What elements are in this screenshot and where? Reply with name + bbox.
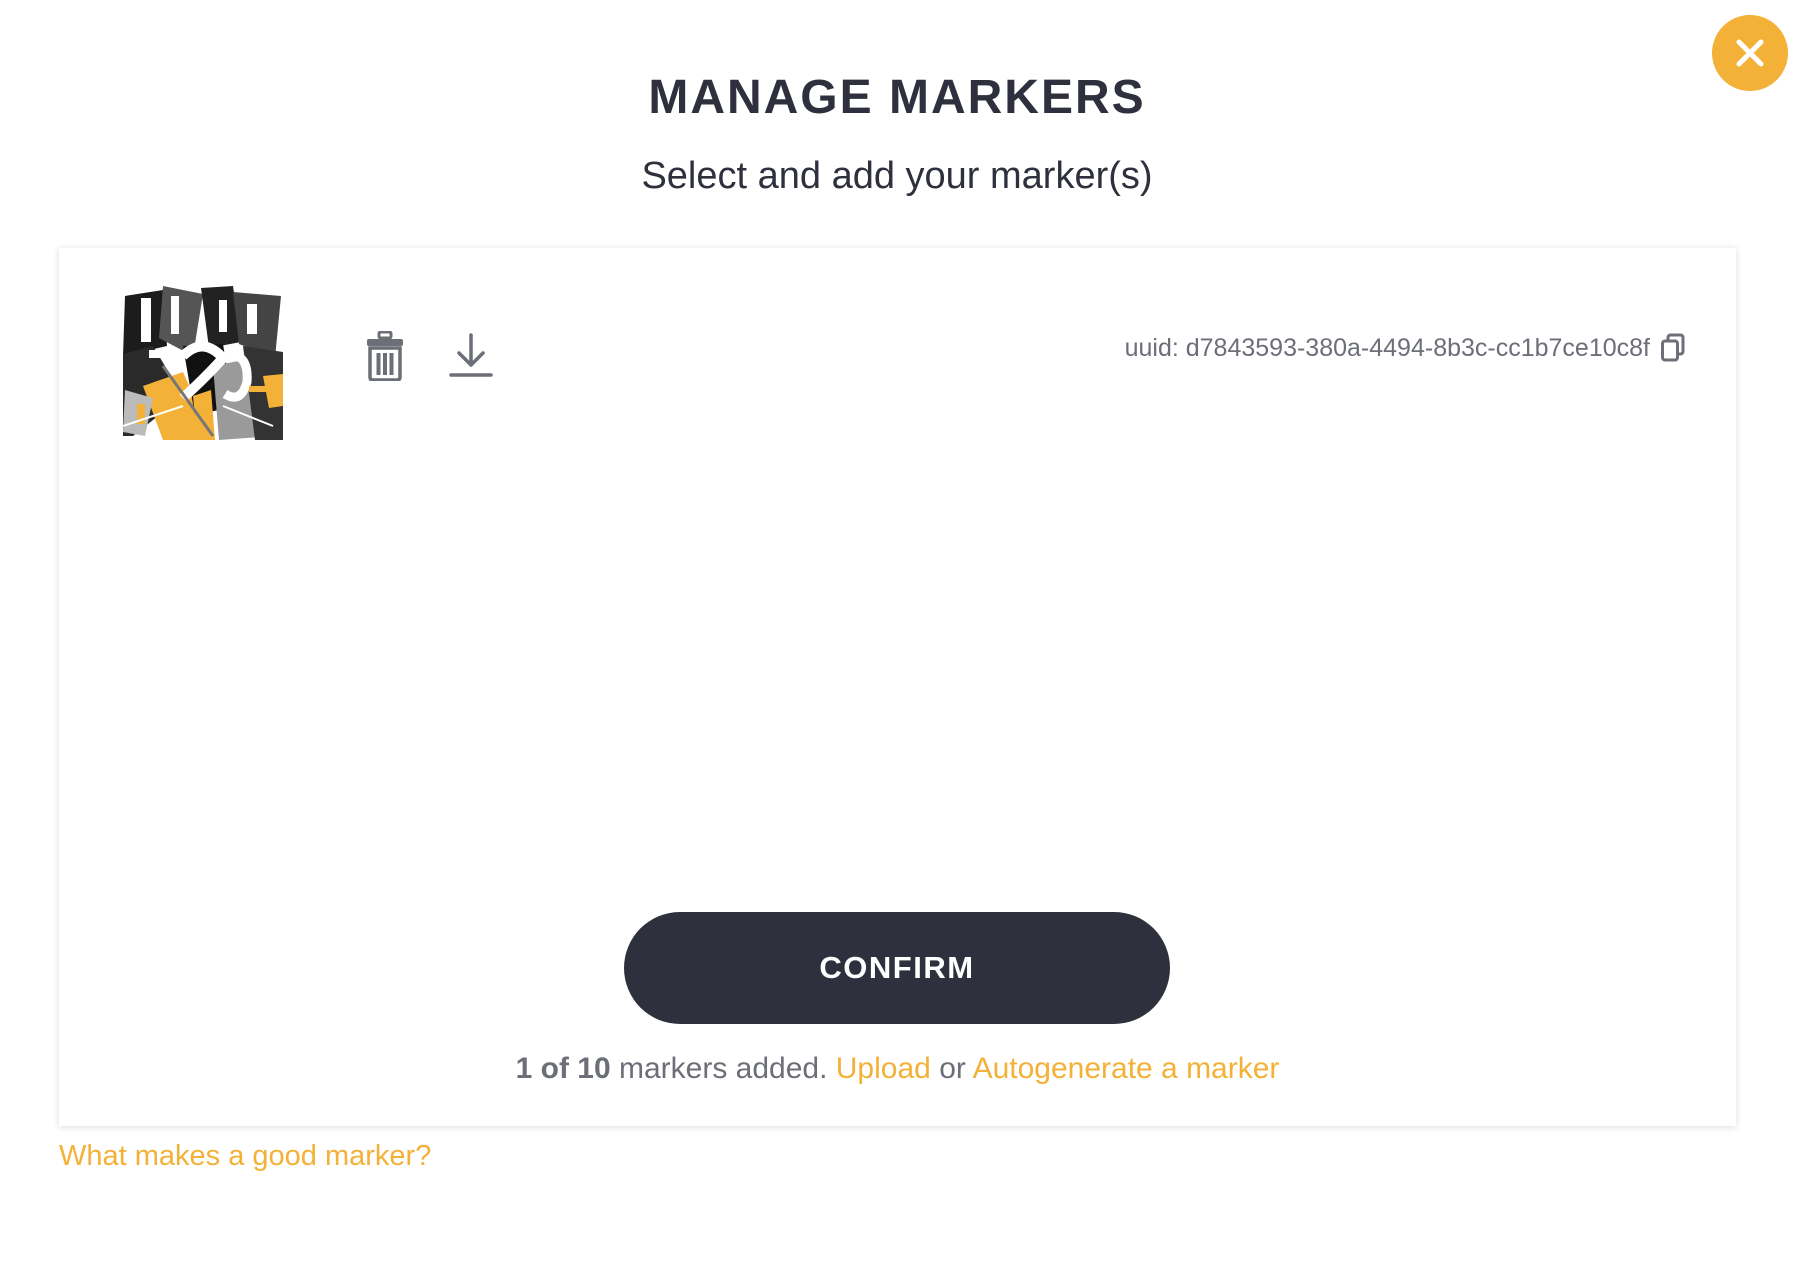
download-icon — [449, 333, 493, 377]
marker-status: 1 of 10 markers added. Upload or Autogen… — [59, 1052, 1736, 1086]
marker-image — [123, 286, 283, 440]
marker-status-text: markers added. — [618, 1052, 828, 1085]
close-icon — [1736, 39, 1764, 67]
copy-uuid-button[interactable] — [1660, 332, 1690, 364]
marker-uuid: uuid: d7843593-380a-4494-8b3c-cc1b7ce10c… — [1124, 333, 1650, 362]
or-text: or — [939, 1052, 966, 1085]
trash-icon — [367, 331, 403, 381]
copy-icon — [1661, 333, 1685, 362]
delete-marker-button[interactable] — [361, 328, 409, 384]
page-subtitle: Select and add your marker(s) — [641, 155, 1153, 197]
upload-link[interactable]: Upload — [836, 1052, 931, 1085]
marker-count: 1 of 10 — [515, 1052, 611, 1085]
page-title: MANAGE MARKERS — [648, 71, 1146, 124]
markers-panel: uuid: d7843593-380a-4494-8b3c-cc1b7ce10c… — [59, 248, 1736, 1126]
autogenerate-link[interactable]: Autogenerate a marker — [973, 1052, 1280, 1085]
download-marker-button[interactable] — [447, 328, 495, 384]
good-marker-help-link[interactable]: What makes a good marker? — [59, 1140, 431, 1173]
marker-thumbnail[interactable] — [123, 286, 283, 440]
confirm-button[interactable]: CONFIRM — [624, 912, 1170, 1024]
marker-uuid-row: uuid: d7843593-380a-4494-8b3c-cc1b7ce10c… — [1125, 332, 1690, 364]
